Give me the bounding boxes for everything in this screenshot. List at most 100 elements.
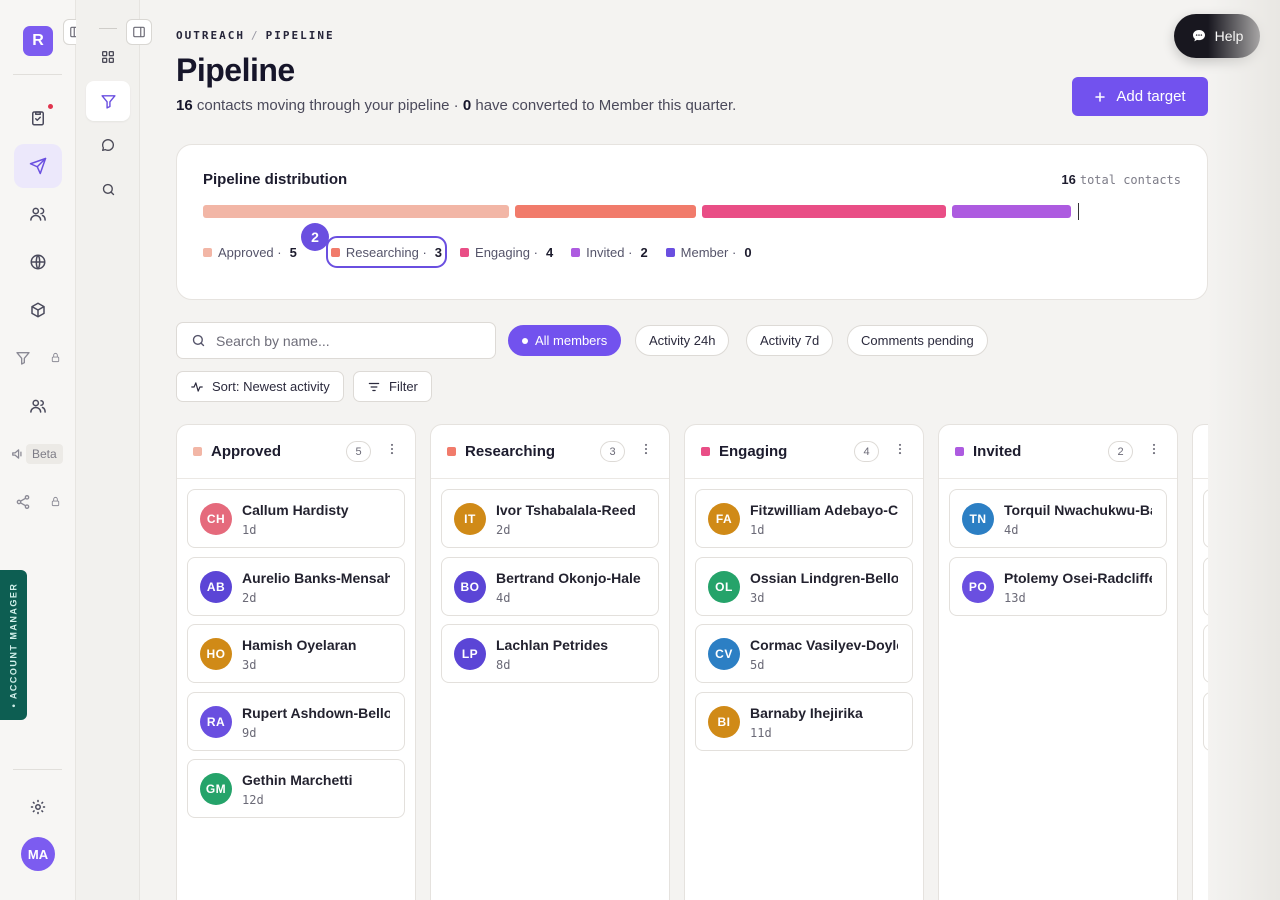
- column-count: 4: [854, 441, 879, 462]
- legend-researching[interactable]: Researching · 3: [325, 236, 448, 268]
- contact-card[interactable]: CV Cormac Vasilyev-Doyle 5d: [695, 624, 913, 683]
- lock-icon: [50, 352, 61, 363]
- contact-age: 5d: [750, 658, 765, 672]
- add-target-button[interactable]: Add target: [1072, 77, 1208, 116]
- contact-name: Ossian Lindgren-Bello: [750, 569, 898, 586]
- legend-engaging[interactable]: Engaging · 4: [460, 241, 553, 263]
- distribution-bar: [203, 203, 1183, 220]
- contact-card[interactable]: RA Rupert Ashdown-Bello 9d: [187, 691, 405, 751]
- more-vertical-icon[interactable]: [893, 442, 907, 461]
- more-vertical-icon[interactable]: [385, 442, 399, 461]
- contact-name: Torquil Nwachukwu-Bates: [1004, 502, 1152, 518]
- user-avatar[interactable]: MA: [21, 837, 55, 871]
- packages-button[interactable]: [14, 288, 62, 332]
- legend-invited[interactable]: Invited · 2: [571, 241, 648, 263]
- bar-segment-invited[interactable]: [952, 205, 1071, 218]
- legend-label: Researching: [345, 244, 419, 260]
- kanban-board: Approved 5 CH Callum Hardisty 1d AB Aurelio Ba…: [176, 424, 1208, 900]
- primary-rail: R Beta MA: [0, 0, 76, 900]
- contact-card[interactable]: FA Fitzwilliam Adebayo-Cole 1d: [695, 489, 913, 548]
- breadcrumb-outreach[interactable]: OUTREACH: [176, 29, 245, 42]
- contact-card[interactable]: BI Barnaby Ihejirika 11d: [695, 691, 913, 751]
- share-locked-item[interactable]: [15, 494, 31, 510]
- contact-count: 16: [176, 97, 193, 114]
- clipboard-check-icon: [32, 111, 44, 126]
- contact-card[interactable]: TN Torquil Nwachukwu-Bates 4d: [949, 489, 1167, 548]
- people-button[interactable]: [14, 192, 62, 236]
- column-header: [1193, 425, 1208, 479]
- tasks-button[interactable]: [14, 96, 62, 140]
- contact-card[interactable]: AB Aurelio Banks-Mensah 2d: [187, 556, 405, 616]
- account-manager-label: • ACCOUNT MANAGER: [8, 582, 19, 708]
- contact-card[interactable]: [1203, 624, 1208, 683]
- contact-name: Barnaby Ihejirika: [750, 704, 863, 721]
- contact-name: Rupert Ashdown-Bello: [242, 704, 390, 721]
- contact-name: Aurelio Banks-Mensah: [242, 569, 390, 586]
- team-button[interactable]: [14, 384, 62, 428]
- broadcast-beta-item[interactable]: [11, 447, 25, 461]
- contact-card[interactable]: OL Ossian Lindgren-Bello 3d: [695, 556, 913, 616]
- account-manager-tab[interactable]: • ACCOUNT MANAGER: [0, 570, 27, 720]
- share-icon: [16, 495, 30, 509]
- contact-avatar: LP: [454, 638, 486, 670]
- contact-name: Ivor Tshabalala-Reed: [496, 502, 636, 518]
- web-button[interactable]: [14, 240, 62, 284]
- contact-card[interactable]: CH Callum Hardisty 1d: [187, 489, 405, 548]
- stage-dot: [701, 447, 710, 456]
- funnel-icon: [16, 352, 30, 365]
- column-title: Engaging: [719, 443, 788, 460]
- messages-button[interactable]: [86, 125, 130, 165]
- contact-card[interactable]: IT Ivor Tshabalala-Reed 2d: [441, 489, 659, 548]
- chip-activity-7d[interactable]: Activity 7d: [746, 325, 834, 356]
- search-input[interactable]: [216, 332, 466, 349]
- contact-card[interactable]: [1203, 489, 1208, 548]
- search-button[interactable]: [86, 169, 130, 209]
- settings-button[interactable]: [14, 785, 62, 829]
- pipeline-button[interactable]: [86, 81, 130, 121]
- more-vertical-icon[interactable]: [639, 442, 653, 461]
- distribution-title: Pipeline distribution: [203, 171, 348, 188]
- contact-age: 12d: [242, 793, 264, 807]
- legend-count: 3: [434, 244, 443, 260]
- grid-icon: [102, 51, 114, 63]
- legend-label: Engaging: [475, 244, 530, 260]
- chip-all-members[interactable]: All members: [508, 325, 622, 356]
- contact-name: Lachlan Petrides: [496, 637, 609, 653]
- legend-swatch: [665, 247, 675, 257]
- search-box[interactable]: [176, 322, 496, 359]
- legend-approved[interactable]: Approved · 5: [203, 241, 297, 263]
- contact-card[interactable]: [1203, 691, 1208, 751]
- contact-card[interactable]: HO Hamish Oyelaran 3d: [187, 624, 405, 683]
- contact-card[interactable]: PO Ptolemy Osei-Radcliffe 13d: [949, 556, 1167, 616]
- bar-segment-researching[interactable]: [515, 205, 697, 218]
- contact-card[interactable]: BO Bertrand Okonjo-Hale 4d: [441, 556, 659, 616]
- help-label: Help: [1214, 28, 1244, 44]
- app-logo[interactable]: R: [23, 26, 53, 56]
- contact-avatar: PO: [962, 570, 994, 603]
- legend-swatch: [203, 247, 212, 257]
- contact-avatar: BI: [708, 705, 740, 738]
- funnel-locked-item[interactable]: [15, 350, 31, 366]
- dashboard-button[interactable]: [86, 37, 130, 77]
- contact-card[interactable]: [1203, 556, 1208, 616]
- outreach-button[interactable]: [14, 144, 62, 188]
- contact-avatar: CH: [200, 503, 232, 535]
- filter-button[interactable]: Filter: [353, 371, 432, 402]
- contact-avatar: HO: [200, 638, 232, 670]
- secondary-rail: [76, 0, 140, 900]
- legend-swatch: [571, 247, 581, 257]
- legend-label: Invited: [586, 244, 625, 260]
- contact-card[interactable]: LP Lachlan Petrides 8d: [441, 624, 659, 683]
- help-button[interactable]: Help: [1174, 14, 1260, 58]
- legend-member[interactable]: Member · 0: [665, 241, 752, 263]
- more-vertical-icon[interactable]: [1147, 442, 1161, 461]
- bar-segment-approved[interactable]: [203, 205, 510, 218]
- stage-dot: [955, 447, 964, 456]
- bar-segment-engaging[interactable]: [702, 205, 947, 218]
- chip-comments-pending[interactable]: Comments pending: [847, 325, 988, 356]
- chip-activity-24h[interactable]: Activity 24h: [635, 325, 730, 356]
- sort-button[interactable]: Sort: Newest activity: [176, 371, 344, 402]
- column-invited: Invited 2 TN Torquil Nwachukwu-Bates 4d PO Pto…: [938, 424, 1178, 900]
- contact-card[interactable]: GM Gethin Marchetti 12d: [187, 759, 405, 818]
- users-icon: [30, 207, 46, 221]
